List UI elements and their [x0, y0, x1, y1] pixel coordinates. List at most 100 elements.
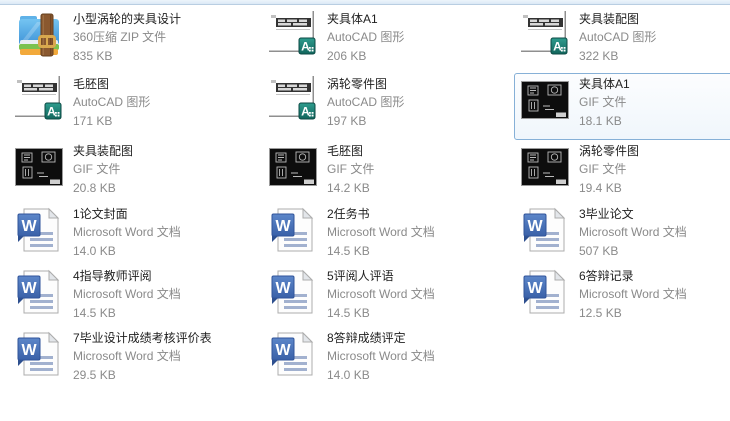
gif-image-icon — [521, 143, 569, 191]
gif-image-icon — [269, 143, 317, 191]
word-document-icon: W — [15, 206, 63, 254]
file-type: Microsoft Word 文档 — [327, 287, 435, 301]
svg-text:W: W — [527, 280, 543, 297]
svg-text:W: W — [275, 218, 291, 235]
word-document-icon: W — [15, 268, 63, 316]
file-size: 14.2 KB — [327, 181, 370, 195]
file-tile[interactable]: W 1论文封面 Microsoft Word 文档 14.0 KB — [8, 203, 262, 265]
file-tile[interactable]: W 8答辩成绩评定 Microsoft Word 文档 14.0 KB — [262, 327, 514, 389]
file-name: 6答辩记录 — [579, 269, 634, 283]
gif-image-icon — [15, 148, 63, 186]
autocad-drawing-icon: A — [15, 76, 63, 120]
autocad-drawing-icon: A — [269, 11, 317, 59]
file-grid: 小型涡轮的夹具设计 360压缩 ZIP 文件 835 KB A 夹具体A1 Au… — [8, 8, 730, 389]
word-document-icon: W — [521, 268, 569, 316]
file-type: GIF 文件 — [73, 162, 121, 176]
file-size: 206 KB — [327, 49, 367, 63]
svg-text:A: A — [47, 105, 56, 119]
file-name: 夹具体A1 — [327, 12, 378, 26]
file-size: 14.5 KB — [327, 306, 370, 320]
file-size: 18.1 KB — [579, 114, 622, 128]
file-size: 12.5 KB — [579, 306, 622, 320]
file-name: 7毕业设计成绩考核评价表 — [73, 331, 212, 345]
file-size: 171 KB — [73, 114, 113, 128]
file-tile[interactable]: 毛胚图 GIF 文件 14.2 KB — [262, 140, 514, 203]
file-name: 夹具体A1 — [579, 77, 630, 91]
file-tile[interactable]: W 5评阅人评语 Microsoft Word 文档 14.5 KB — [262, 265, 514, 327]
file-type: Microsoft Word 文档 — [579, 287, 687, 301]
file-size: 197 KB — [327, 114, 367, 128]
svg-text:W: W — [21, 280, 37, 297]
file-type: 360压缩 ZIP 文件 — [73, 30, 167, 44]
file-text-block: 毛胚图 AutoCAD 图形 171 KB — [73, 75, 150, 131]
word-document-icon: W — [523, 207, 566, 252]
file-name: 2任务书 — [327, 207, 370, 221]
file-tile[interactable]: 夹具体A1 GIF 文件 18.1 KB — [514, 73, 730, 140]
file-text-block: 6答辩记录 Microsoft Word 文档 12.5 KB — [579, 267, 687, 323]
zip-archive-icon — [15, 11, 63, 59]
word-document-icon: W — [17, 331, 60, 376]
file-type: GIF 文件 — [579, 162, 627, 176]
file-text-block: 涡轮零件图 AutoCAD 图形 197 KB — [327, 75, 404, 131]
file-name: 毛胚图 — [327, 144, 364, 158]
svg-text:W: W — [21, 342, 37, 359]
file-name: 5评阅人评语 — [327, 269, 394, 283]
word-document-icon: W — [17, 207, 60, 252]
file-name: 涡轮零件图 — [327, 77, 388, 91]
file-size: 835 KB — [73, 49, 113, 63]
file-size: 507 KB — [579, 244, 619, 258]
file-tile[interactable]: A 涡轮零件图 AutoCAD 图形 197 KB — [262, 73, 514, 140]
file-text-block: 夹具装配图 AutoCAD 图形 322 KB — [579, 10, 656, 66]
file-tile[interactable]: W 4指导教师评阅 Microsoft Word 文档 14.5 KB — [8, 265, 262, 327]
svg-text:W: W — [275, 342, 291, 359]
file-text-block: 2任务书 Microsoft Word 文档 14.5 KB — [327, 205, 435, 261]
file-text-block: 4指导教师评阅 Microsoft Word 文档 14.5 KB — [73, 267, 181, 323]
file-name: 涡轮零件图 — [579, 144, 640, 158]
file-type: Microsoft Word 文档 — [73, 287, 181, 301]
file-name: 8答辩成绩评定 — [327, 331, 406, 345]
autocad-drawing-icon: A — [269, 11, 317, 55]
toolbar-bottom-edge — [0, 0, 730, 5]
word-document-icon: W — [523, 269, 566, 314]
file-text-block: 8答辩成绩评定 Microsoft Word 文档 14.0 KB — [327, 329, 435, 385]
svg-text:W: W — [527, 218, 543, 235]
file-type: AutoCAD 图形 — [73, 95, 151, 109]
file-text-block: 5评阅人评语 Microsoft Word 文档 14.5 KB — [327, 267, 435, 323]
file-text-block: 毛胚图 GIF 文件 14.2 KB — [327, 142, 374, 198]
file-tile[interactable]: W 3毕业论文 Microsoft Word 文档 507 KB — [514, 203, 730, 265]
file-name: 1论文封面 — [73, 207, 128, 221]
file-size: 14.5 KB — [327, 244, 370, 258]
file-name: 夹具装配图 — [73, 144, 134, 158]
file-tile[interactable]: W 2任务书 Microsoft Word 文档 14.5 KB — [262, 203, 514, 265]
word-document-icon: W — [271, 269, 314, 314]
file-text-block: 夹具体A1 AutoCAD 图形 206 KB — [327, 10, 404, 66]
svg-text:A: A — [301, 105, 310, 119]
file-tile[interactable]: A 夹具装配图 AutoCAD 图形 322 KB — [514, 8, 730, 73]
word-document-icon: W — [17, 269, 60, 314]
file-text-block: 涡轮零件图 GIF 文件 19.4 KB — [579, 142, 639, 198]
gif-image-icon — [521, 81, 569, 119]
word-document-icon: W — [271, 331, 314, 376]
word-document-icon: W — [15, 330, 63, 378]
file-tile[interactable]: W 7毕业设计成绩考核评价表 Microsoft Word 文档 29.5 KB — [8, 327, 262, 389]
file-tile[interactable]: W 6答辩记录 Microsoft Word 文档 12.5 KB — [514, 265, 730, 327]
file-tile[interactable]: A 毛胚图 AutoCAD 图形 171 KB — [8, 73, 262, 140]
file-type: Microsoft Word 文档 — [73, 349, 181, 363]
file-type: GIF 文件 — [579, 95, 627, 109]
autocad-drawing-icon: A — [15, 76, 63, 124]
file-tile[interactable]: 夹具装配图 GIF 文件 20.8 KB — [8, 140, 262, 203]
autocad-drawing-icon: A — [521, 11, 569, 59]
svg-text:A: A — [301, 40, 310, 54]
file-type: GIF 文件 — [327, 162, 375, 176]
word-document-icon: W — [521, 206, 569, 254]
autocad-drawing-icon: A — [269, 76, 317, 124]
file-tile[interactable]: A 夹具体A1 AutoCAD 图形 206 KB — [262, 8, 514, 73]
gif-image-icon — [269, 148, 317, 186]
file-tile[interactable]: 小型涡轮的夹具设计 360压缩 ZIP 文件 835 KB — [8, 8, 262, 73]
file-text-block: 夹具体A1 GIF 文件 18.1 KB — [579, 75, 630, 131]
file-type: Microsoft Word 文档 — [327, 349, 435, 363]
gif-image-icon — [15, 143, 63, 191]
gif-image-icon — [521, 76, 569, 124]
file-tile[interactable]: 涡轮零件图 GIF 文件 19.4 KB — [514, 140, 730, 203]
file-type: AutoCAD 图形 — [579, 30, 657, 44]
